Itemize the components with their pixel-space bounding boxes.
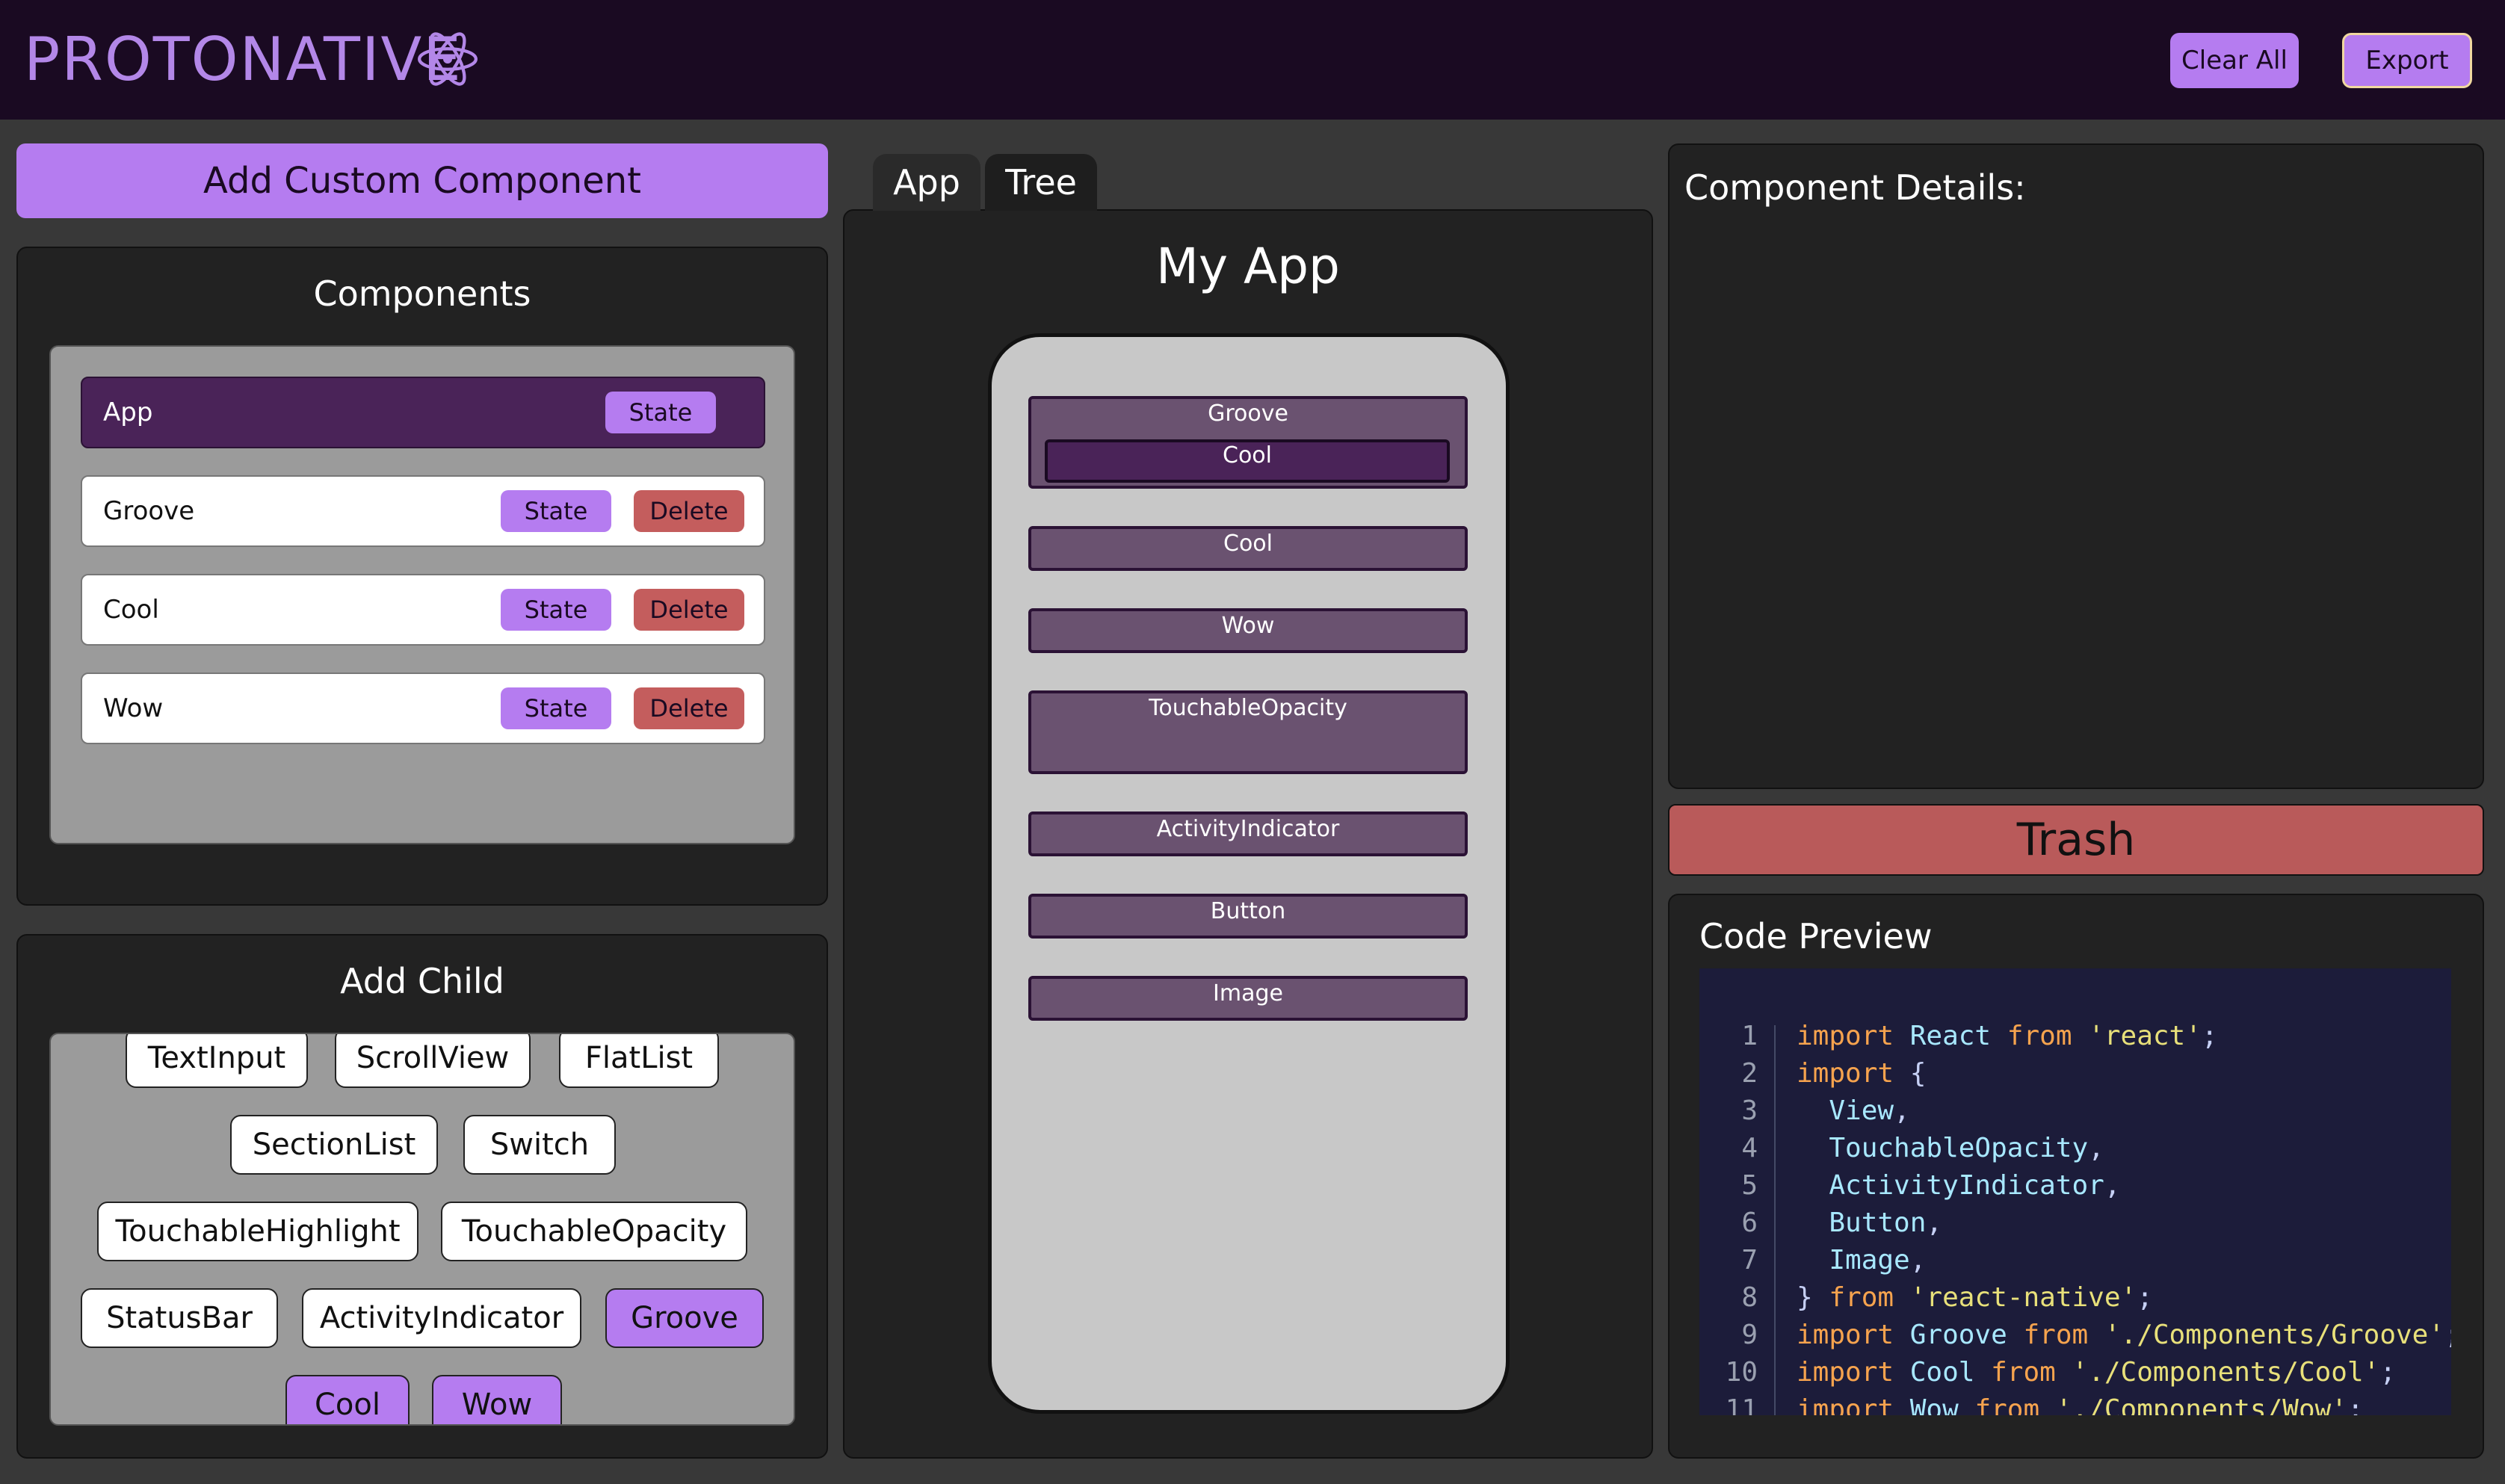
state-button[interactable]: State [605, 392, 716, 433]
preview-box-label: Image [1213, 980, 1283, 1007]
chip-wow[interactable]: Wow [432, 1375, 562, 1424]
preview-box-button[interactable]: Button [1028, 894, 1468, 939]
preview-box-wow[interactable]: Wow [1028, 608, 1468, 653]
chip-textinput[interactable]: TextInput [126, 1034, 308, 1088]
preview-box-cool[interactable]: Cool [1028, 526, 1468, 571]
code-preview-title: Code Preview [1699, 916, 1933, 956]
state-button[interactable]: State [501, 687, 611, 729]
export-button[interactable]: Export [2342, 33, 2472, 88]
component-details-panel [1668, 143, 2484, 789]
preview-box-label: Cool [1223, 442, 1272, 469]
component-name: Cool [103, 595, 159, 625]
app-logo: PROTONATIVE [24, 25, 463, 94]
chip-switch[interactable]: Switch [463, 1115, 616, 1175]
clear-all-button[interactable]: Clear All [2170, 33, 2299, 88]
component-details-title: Component Details: [1684, 167, 2026, 208]
preview-box-activityindicator[interactable]: ActivityIndicator [1028, 811, 1468, 856]
component-row-app[interactable]: App State [81, 377, 765, 448]
preview-box-image[interactable]: Image [1028, 976, 1468, 1021]
state-button[interactable]: State [501, 589, 611, 631]
code-gutter-divider [1774, 1025, 1776, 1415]
chip-groove[interactable]: Groove [605, 1288, 764, 1348]
chip-sectionlist[interactable]: SectionList [230, 1115, 438, 1175]
trash-dropzone[interactable]: Trash [1668, 804, 2484, 876]
chip-touchablehighlight[interactable]: TouchableHighlight [97, 1202, 418, 1261]
add-child-list: TextInput ScrollView FlatList SectionLis… [49, 1033, 795, 1426]
components-list: App State Groove State Delete Cool State… [49, 345, 795, 844]
preview-box-label: Groove [1208, 401, 1288, 427]
preview-box-cool-nested[interactable]: Cool [1045, 439, 1450, 483]
chip-activityindicator[interactable]: ActivityIndicator [302, 1288, 581, 1348]
code-editor[interactable]: 1 import React from 'react'; 2 import { 3 … [1699, 968, 2451, 1415]
atom-icon [418, 32, 478, 86]
phone-frame [988, 333, 1510, 1414]
component-name: App [103, 398, 153, 427]
chip-statusbar[interactable]: StatusBar [81, 1288, 278, 1348]
add-custom-component-button[interactable]: Add Custom Component [16, 143, 828, 218]
preview-box-label: TouchableOpacity [1149, 695, 1347, 721]
component-name: Groove [103, 496, 195, 526]
delete-button[interactable]: Delete [634, 490, 744, 532]
component-row-groove[interactable]: Groove State Delete [81, 475, 765, 547]
chip-touchableopacity[interactable]: TouchableOpacity [441, 1202, 747, 1261]
components-title: Components [313, 273, 531, 314]
preview-box-label: ActivityIndicator [1156, 816, 1340, 842]
app-preview-title: My App [1156, 238, 1340, 295]
chip-scrollview[interactable]: ScrollView [335, 1034, 531, 1088]
tab-app[interactable]: App [873, 154, 980, 211]
chip-flatlist[interactable]: FlatList [559, 1034, 719, 1088]
add-child-title: Add Child [340, 961, 504, 1001]
component-row-cool[interactable]: Cool State Delete [81, 574, 765, 646]
tab-tree[interactable]: Tree [985, 154, 1097, 211]
delete-button[interactable]: Delete [634, 687, 744, 729]
component-name: Wow [103, 693, 164, 723]
preview-box-label: Wow [1221, 613, 1275, 639]
state-button[interactable]: State [501, 490, 611, 532]
preview-box-label: Button [1210, 898, 1286, 924]
chip-cool[interactable]: Cool [285, 1375, 410, 1424]
preview-box-label: Cool [1223, 531, 1273, 557]
component-row-wow[interactable]: Wow State Delete [81, 673, 765, 744]
preview-box-touchableopacity[interactable]: TouchableOpacity [1028, 690, 1468, 774]
delete-button[interactable]: Delete [634, 589, 744, 631]
